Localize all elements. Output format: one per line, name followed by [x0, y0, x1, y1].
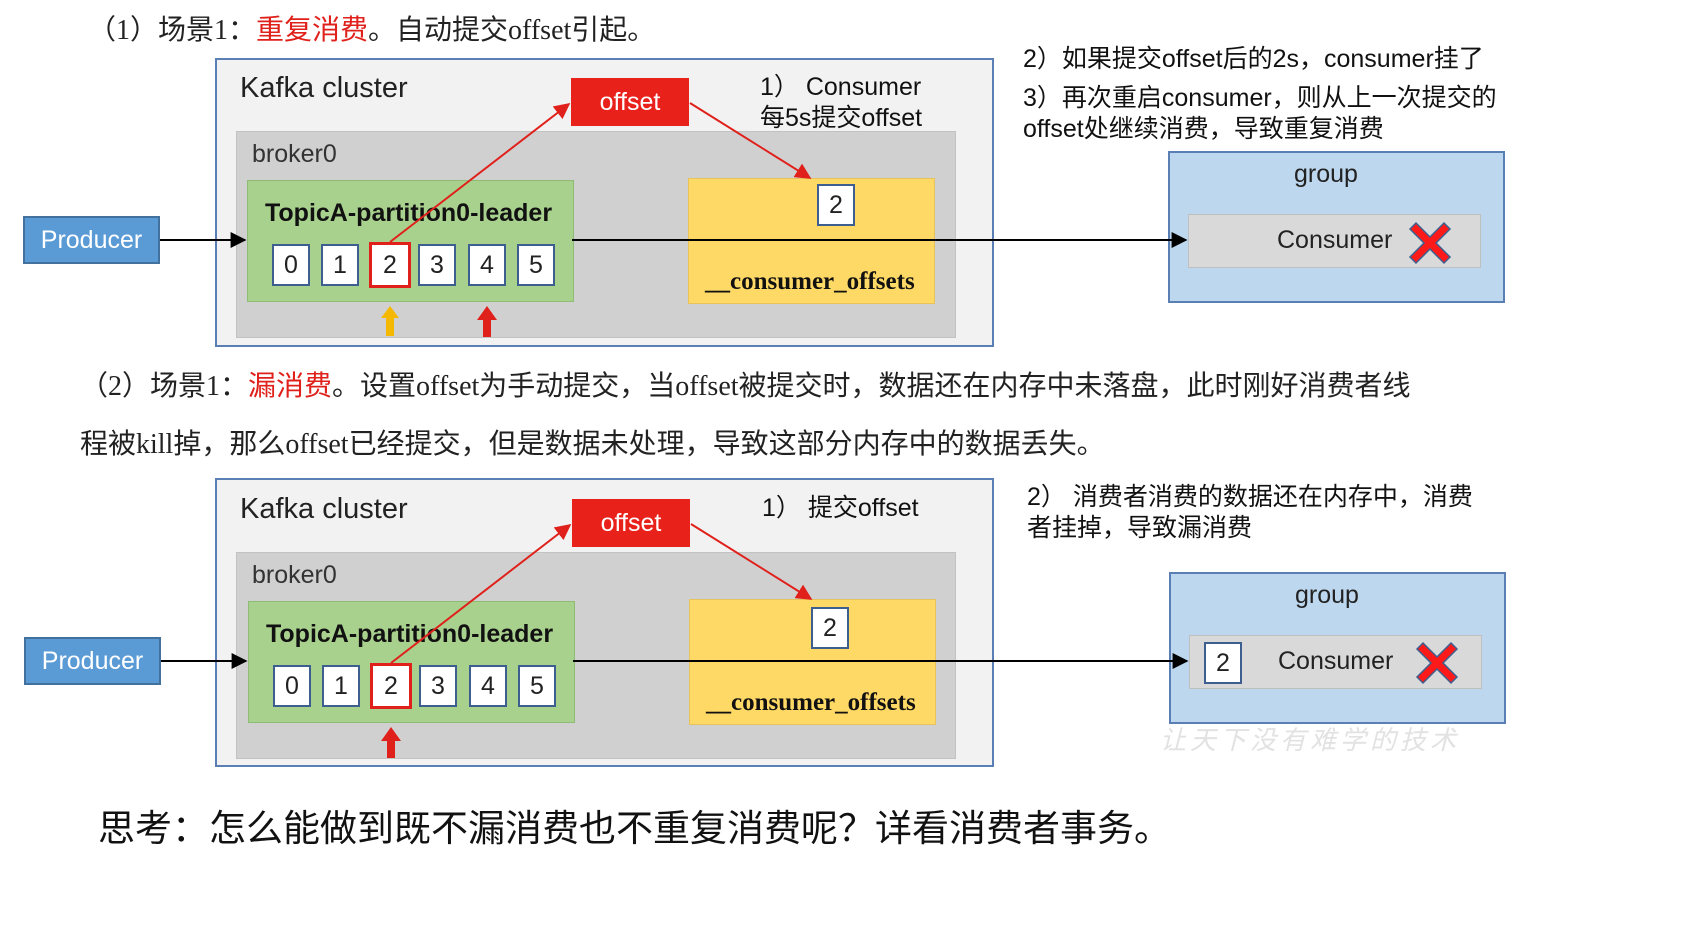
watermark: 让天下没有难学的技术: [1160, 726, 1461, 755]
cluster-title-1: Kafka cluster: [240, 72, 408, 104]
scenario2-paragraph: （2）场景1：漏消费。设置offset为手动提交，当offset被提交时，数据还…: [80, 371, 1411, 460]
offset-cell-5: 5: [518, 665, 556, 707]
stored-offset-2: 2: [811, 607, 849, 649]
failure-note-1: 2）如果提交offset后的2s，consumer挂了 3）再次重启consum…: [1023, 45, 1497, 143]
offset-cell-2-highlight: 2: [370, 663, 412, 709]
offset-cell-3: 3: [419, 665, 457, 707]
partition-title-1: TopicA-partition0-leader: [265, 199, 553, 227]
offset-cell-2-highlight: 2: [369, 242, 411, 288]
offset-cell-4: 4: [468, 244, 506, 286]
offset-cell-0: 0: [273, 665, 311, 707]
producer-1: Producer: [23, 216, 160, 264]
stored-offset-1: 2: [817, 184, 855, 226]
group-title-1: group: [1294, 160, 1358, 188]
consumer-offsets-title-1: __consumer_offsets: [705, 268, 915, 295]
offset-commit-box-2: offset: [572, 499, 690, 547]
cluster-title-2: Kafka cluster: [240, 493, 408, 525]
offset-cell-1: 1: [321, 244, 359, 286]
offset-cell-4: 4: [469, 665, 507, 707]
scenario1-heading: （1）场景1：重复消费。自动提交offset引起。: [88, 15, 656, 46]
step1-note-1: 1） Consumer 每5s提交offset: [760, 73, 923, 132]
broker-title-1: broker0: [252, 140, 337, 168]
scenario1-highlight: 重复消费: [256, 15, 369, 46]
consumer-local-offset: 2: [1204, 642, 1242, 684]
broker-title-2: broker0: [252, 561, 337, 589]
offset-cell-5: 5: [517, 244, 555, 286]
consumer-label-2: Consumer: [1278, 647, 1394, 675]
offset-cell-0: 0: [272, 244, 310, 286]
failure-note-2: 2） 消费者消费的数据还在内存中，消费 者挂掉，导致漏消费: [1027, 483, 1473, 542]
step1-note-2: 1） 提交offset: [762, 494, 919, 522]
producer-2: Producer: [24, 637, 161, 685]
consumer-label-1: Consumer: [1277, 226, 1393, 254]
scenario2-highlight: 漏消费: [248, 371, 333, 402]
offset-cell-1: 1: [322, 665, 360, 707]
partition-title-2: TopicA-partition0-leader: [266, 620, 554, 648]
footer-question: 思考：怎么能做到既不漏消费也不重复消费呢？详看消费者事务。: [98, 809, 1171, 850]
offset-cell-3: 3: [418, 244, 456, 286]
offset-commit-box-1: offset: [571, 78, 689, 126]
consumer-offsets-title-2: __consumer_offsets: [706, 689, 916, 716]
group-title-2: group: [1295, 581, 1359, 609]
